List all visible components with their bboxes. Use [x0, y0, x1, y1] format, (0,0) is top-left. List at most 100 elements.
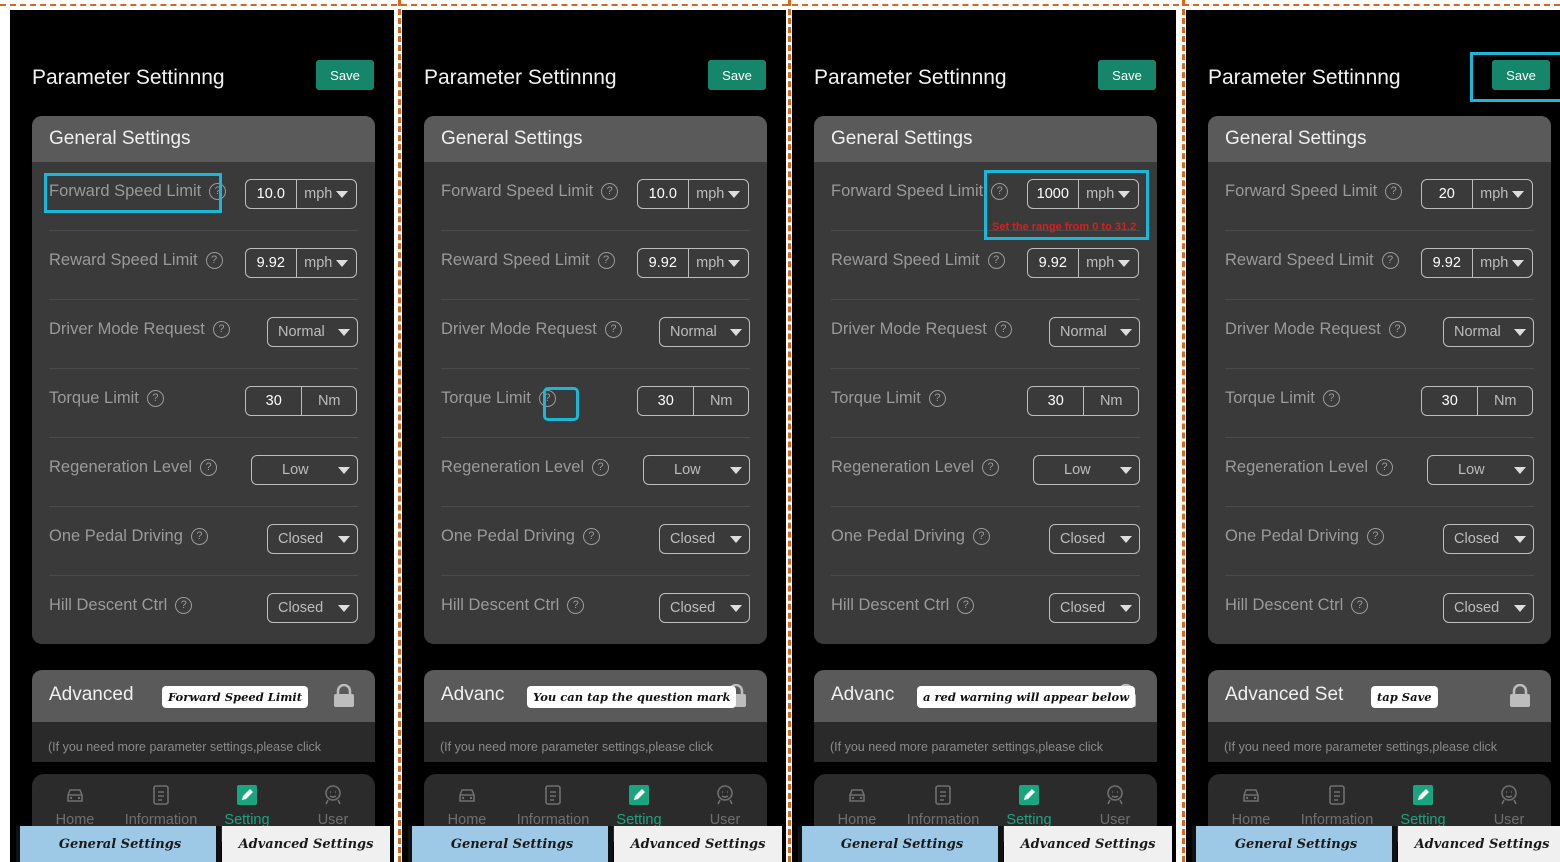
torque-limit-input[interactable]: 30 Nm — [1027, 386, 1139, 416]
tab-general-settings[interactable]: General Settings — [1196, 826, 1396, 862]
nav-user[interactable]: User — [682, 784, 768, 828]
nav-information[interactable]: Information — [510, 784, 596, 828]
save-button[interactable]: Save — [316, 60, 374, 90]
help-icon[interactable]: ? — [205, 252, 223, 270]
help-icon[interactable]: ? — [1351, 597, 1369, 615]
hill-descent-ctrl-select[interactable]: Closed — [1443, 593, 1534, 623]
regeneration-level-select[interactable]: Low — [643, 455, 750, 485]
torque-limit-value[interactable]: 30 — [1028, 387, 1085, 415]
save-button[interactable]: Save — [708, 60, 766, 90]
torque-limit-value[interactable]: 30 — [246, 387, 303, 415]
tab-advanced-settings[interactable]: Advanced Settings — [1398, 826, 1560, 862]
reward-speed-limit-value[interactable]: 9.92 — [246, 249, 297, 277]
reward-speed-limit-input[interactable]: 9.92 mph — [637, 248, 749, 278]
regeneration-level-select[interactable]: Low — [1427, 455, 1534, 485]
unit-select[interactable]: mph — [689, 180, 748, 208]
regeneration-level-select[interactable]: Low — [251, 455, 358, 485]
reward-speed-limit-input[interactable]: 9.92 mph — [1027, 248, 1139, 278]
tab-general-settings[interactable]: General Settings — [20, 826, 220, 862]
help-icon[interactable]: ? — [1388, 321, 1406, 339]
nav-home[interactable]: Home — [1208, 784, 1294, 828]
nav-setting[interactable]: Setting — [986, 784, 1072, 828]
tab-advanced-settings[interactable]: Advanced Settings — [222, 826, 390, 862]
forward-speed-limit-value[interactable]: 20 — [1422, 180, 1473, 208]
help-icon[interactable]: ? — [597, 252, 615, 270]
nav-setting[interactable]: Setting — [204, 784, 290, 828]
nav-setting[interactable]: Setting — [1380, 784, 1466, 828]
nav-home[interactable]: Home — [814, 784, 900, 828]
hill-descent-ctrl-select[interactable]: Closed — [1049, 593, 1140, 623]
unit-select[interactable]: mph — [689, 249, 748, 277]
unit-select[interactable]: mph — [297, 249, 356, 277]
nav-information[interactable]: Information — [900, 784, 986, 828]
nav-home[interactable]: Home — [32, 784, 118, 828]
help-icon[interactable]: ? — [592, 459, 610, 477]
driver-mode-select[interactable]: Normal — [1443, 317, 1534, 347]
regeneration-level-row: Regeneration Level? Low — [1225, 438, 1534, 507]
forward-speed-limit-input[interactable]: 10.0 mph — [245, 179, 357, 209]
hill-descent-ctrl-select[interactable]: Closed — [267, 593, 358, 623]
help-icon[interactable]: ? — [604, 321, 622, 339]
torque-limit-input[interactable]: 30 Nm — [1421, 386, 1533, 416]
regeneration-level-select[interactable]: Low — [1033, 455, 1140, 485]
help-icon[interactable]: ? — [1381, 252, 1399, 270]
one-pedal-driving-select[interactable]: Closed — [1049, 524, 1140, 554]
driver-mode-select[interactable]: Normal — [659, 317, 750, 347]
one-pedal-driving-select[interactable]: Closed — [1443, 524, 1534, 554]
driver-mode-select[interactable]: Normal — [267, 317, 358, 347]
reward-speed-limit-value[interactable]: 9.92 — [638, 249, 689, 277]
tab-general-settings[interactable]: General Settings — [802, 826, 1002, 862]
help-icon[interactable]: ? — [175, 597, 193, 615]
help-icon[interactable]: ? — [928, 390, 946, 408]
torque-limit-value[interactable]: 30 — [638, 387, 695, 415]
nav-user[interactable]: User — [290, 784, 376, 828]
tab-general-settings[interactable]: General Settings — [412, 826, 612, 862]
reward-speed-limit-input[interactable]: 9.92 mph — [1421, 248, 1533, 278]
help-icon[interactable]: ? — [972, 528, 990, 546]
reward-speed-limit-value[interactable]: 9.92 — [1028, 249, 1079, 277]
help-icon[interactable]: ? — [987, 252, 1005, 270]
help-icon[interactable]: ? — [601, 183, 619, 201]
hill-descent-ctrl-select[interactable]: Closed — [659, 593, 750, 623]
torque-limit-input[interactable]: 30 Nm — [637, 386, 749, 416]
forward-speed-limit-input[interactable]: 10.0 mph — [637, 179, 749, 209]
help-icon[interactable]: ? — [1376, 459, 1394, 477]
help-icon[interactable]: ? — [190, 528, 208, 546]
help-icon[interactable]: ? — [982, 459, 1000, 477]
nav-user[interactable]: User — [1072, 784, 1158, 828]
one-pedal-driving-select[interactable]: Closed — [659, 524, 750, 554]
torque-limit-value[interactable]: 30 — [1422, 387, 1479, 415]
help-icon[interactable]: ? — [1366, 528, 1384, 546]
one-pedal-driving-select[interactable]: Closed — [267, 524, 358, 554]
nav-information[interactable]: Information — [118, 784, 204, 828]
unit-select[interactable]: mph — [1473, 180, 1532, 208]
unit-select[interactable]: mph — [297, 180, 356, 208]
forward-speed-limit-value[interactable]: 10.0 — [638, 180, 689, 208]
lock-icon — [1510, 684, 1530, 707]
reward-speed-limit-value[interactable]: 9.92 — [1422, 249, 1473, 277]
help-icon[interactable]: ? — [582, 528, 600, 546]
nav-user[interactable]: User — [1466, 784, 1552, 828]
unit-select[interactable]: mph — [1473, 249, 1532, 277]
tab-advanced-settings[interactable]: Advanced Settings — [1004, 826, 1172, 862]
help-icon[interactable]: ? — [212, 321, 230, 339]
help-icon[interactable]: ? — [200, 459, 218, 477]
reward-speed-limit-input[interactable]: 9.92 mph — [245, 248, 357, 278]
nav-home[interactable]: Home — [424, 784, 510, 828]
help-icon[interactable]: ? — [957, 597, 975, 615]
tab-advanced-settings[interactable]: Advanced Settings — [614, 826, 782, 862]
torque-limit-input[interactable]: 30 Nm — [245, 386, 357, 416]
nav-setting[interactable]: Setting — [596, 784, 682, 828]
help-icon[interactable]: ? — [146, 390, 164, 408]
help-icon[interactable]: ? — [567, 597, 585, 615]
phone-screen: Parameter Settinnng Save General Setting… — [1186, 10, 1560, 862]
help-icon[interactable]: ? — [994, 321, 1012, 339]
help-icon[interactable]: ? — [1322, 390, 1340, 408]
forward-speed-limit-input[interactable]: 20 mph — [1421, 179, 1533, 209]
save-button[interactable]: Save — [1098, 60, 1156, 90]
driver-mode-select[interactable]: Normal — [1049, 317, 1140, 347]
nav-information[interactable]: Information — [1294, 784, 1380, 828]
forward-speed-limit-value[interactable]: 10.0 — [246, 180, 297, 208]
unit-select[interactable]: mph — [1079, 249, 1138, 277]
help-icon[interactable]: ? — [1385, 183, 1403, 201]
